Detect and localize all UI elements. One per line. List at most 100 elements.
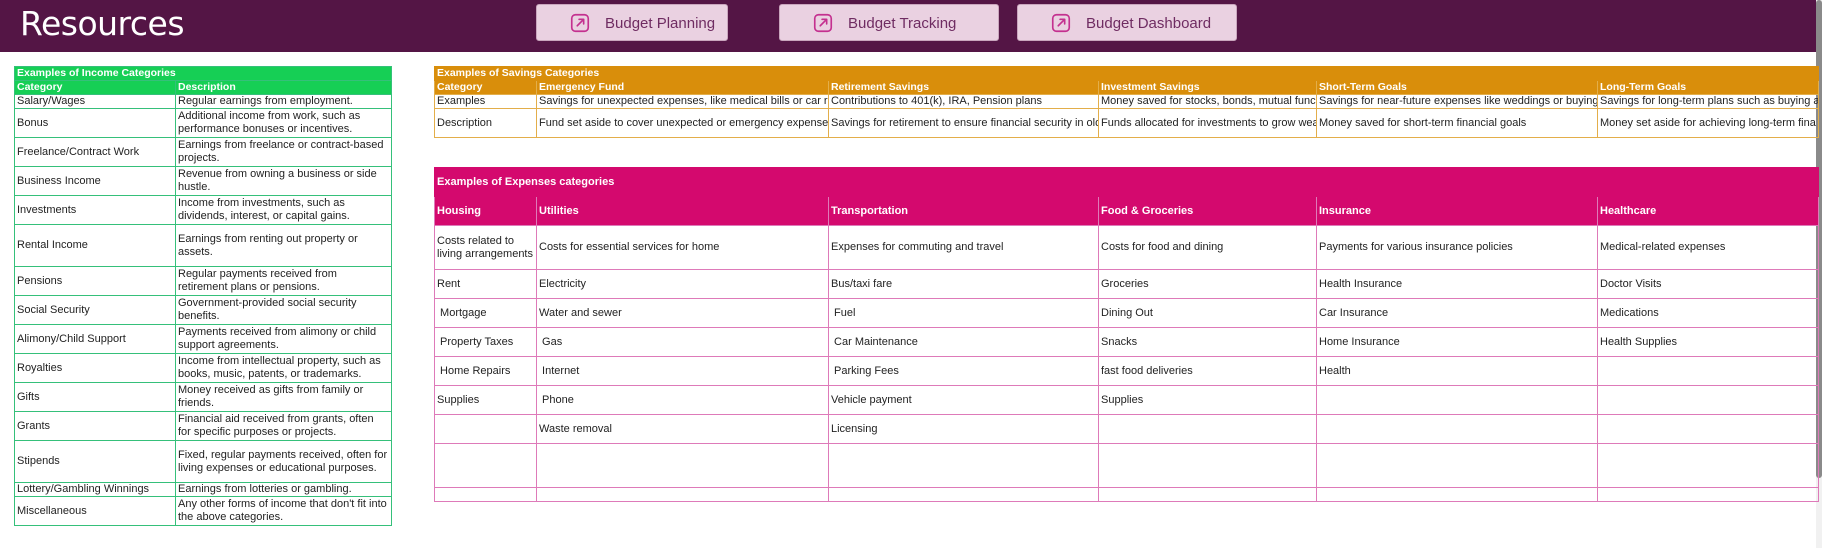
expenses-cell[interactable]: Costs related to living arrangements <box>434 225 537 270</box>
income-category-cell[interactable]: Freelance/Contract Work <box>14 137 176 167</box>
expenses-cell[interactable]: Payments for various insurance policies <box>1316 225 1598 270</box>
income-description-cell[interactable]: Fixed, regular payments received, often … <box>174 440 393 483</box>
income-description-cell[interactable]: Financial aid received from grants, ofte… <box>174 411 393 441</box>
budget-tracking-button[interactable]: Budget Tracking <box>779 4 999 41</box>
savings-cell[interactable]: Funds allocated for investments to grow … <box>1098 108 1317 138</box>
expenses-cell[interactable]: Costs for essential services for home <box>536 225 829 270</box>
expenses-cell[interactable]: Expenses for commuting and travel <box>828 225 1099 270</box>
expenses-cell[interactable]: fast food deliveries <box>1098 356 1317 386</box>
expenses-cell[interactable] <box>1316 487 1598 502</box>
expenses-cell[interactable]: Phone <box>536 385 829 415</box>
savings-cell[interactable]: Contributions to 401(k), IRA, Pension pl… <box>828 94 1099 109</box>
income-category-cell[interactable]: Business Income <box>14 166 176 196</box>
expenses-cell[interactable] <box>434 414 537 444</box>
expenses-cell[interactable] <box>1098 414 1317 444</box>
expenses-cell[interactable]: Groceries <box>1098 269 1317 299</box>
expenses-cell[interactable]: Home Insurance <box>1316 327 1598 357</box>
income-category-cell[interactable]: Royalties <box>14 353 176 383</box>
expenses-cell[interactable]: Supplies <box>1098 385 1317 415</box>
expenses-cell[interactable]: Vehicle payment <box>828 385 1099 415</box>
savings-cell[interactable]: Savings for retirement to ensure financi… <box>828 108 1099 138</box>
income-description-cell[interactable]: Earnings from lotteries or gambling. <box>174 482 393 497</box>
income-category-cell[interactable]: Salary/Wages <box>14 94 176 109</box>
savings-cell[interactable]: Money saved for stocks, bonds, mutual fu… <box>1098 94 1317 109</box>
expenses-cell[interactable]: Licensing <box>828 414 1099 444</box>
expenses-cell[interactable] <box>1596 356 1820 386</box>
income-category-cell[interactable]: Stipends <box>14 440 176 483</box>
savings-cell[interactable]: Savings for near-future expenses like we… <box>1316 94 1598 109</box>
expenses-cell[interactable]: Internet <box>536 356 829 386</box>
expenses-cell[interactable]: Supplies <box>434 385 537 415</box>
income-category-cell[interactable]: Miscellaneous <box>14 496 176 526</box>
expenses-cell[interactable] <box>434 443 537 488</box>
expenses-cell[interactable]: Medications <box>1596 298 1820 328</box>
expenses-cell[interactable]: Electricity <box>536 269 829 299</box>
expenses-cell[interactable]: Property Taxes <box>434 327 537 357</box>
expenses-cell[interactable] <box>536 443 829 488</box>
expenses-cell[interactable]: Waste removal <box>536 414 829 444</box>
savings-cell[interactable]: Money saved for short-term financial goa… <box>1316 108 1598 138</box>
income-description-cell[interactable]: Earnings from freelance or contract-base… <box>174 137 393 167</box>
expenses-cell[interactable]: Doctor Visits <box>1596 269 1820 299</box>
income-description-cell[interactable]: Regular earnings from employment. <box>174 94 393 109</box>
income-category-cell[interactable]: Lottery/Gambling Winnings <box>14 482 176 497</box>
income-description-cell[interactable]: Income from investments, such as dividen… <box>174 195 393 225</box>
expenses-cell[interactable]: Car Insurance <box>1316 298 1598 328</box>
expenses-cell[interactable] <box>1098 443 1317 488</box>
income-description-cell[interactable]: Any other forms of income that don't fit… <box>174 496 393 526</box>
expenses-cell[interactable] <box>828 443 1099 488</box>
expenses-cell[interactable]: Parking Fees <box>828 356 1099 386</box>
expenses-cell[interactable] <box>828 487 1099 502</box>
expenses-cell[interactable]: Health Insurance <box>1316 269 1598 299</box>
expenses-cell[interactable]: Dining Out <box>1098 298 1317 328</box>
expenses-cell[interactable]: Water and sewer <box>536 298 829 328</box>
savings-cell[interactable]: Savings for long-term plans such as buyi… <box>1596 94 1820 109</box>
expenses-cell[interactable] <box>434 487 537 502</box>
income-category-cell[interactable]: Investments <box>14 195 176 225</box>
expenses-cell[interactable]: Rent <box>434 269 537 299</box>
expenses-cell[interactable] <box>1316 443 1598 488</box>
income-description-cell[interactable]: Payments received from alimony or child … <box>174 324 393 354</box>
income-description-cell[interactable]: Revenue from owning a business or side h… <box>174 166 393 196</box>
expenses-cell[interactable] <box>1596 385 1820 415</box>
income-category-cell[interactable]: Social Security <box>14 295 176 325</box>
expenses-cell[interactable]: Snacks <box>1098 327 1317 357</box>
savings-cell[interactable]: Examples <box>434 94 537 109</box>
expenses-cell[interactable] <box>1316 414 1598 444</box>
expenses-cell[interactable]: Costs for food and dining <box>1098 225 1317 270</box>
income-category-cell[interactable]: Alimony/Child Support <box>14 324 176 354</box>
expenses-cell[interactable]: Medical-related expenses <box>1596 225 1820 270</box>
expenses-cell[interactable] <box>536 487 829 502</box>
expenses-cell[interactable]: Health Supplies <box>1596 327 1820 357</box>
income-description-cell[interactable]: Income from intellectual property, such … <box>174 353 393 383</box>
income-category-cell[interactable]: Bonus <box>14 108 176 138</box>
budget-planning-button[interactable]: Budget Planning <box>536 4 728 41</box>
expenses-cell[interactable]: Home Repairs <box>434 356 537 386</box>
expenses-cell[interactable] <box>1098 487 1317 502</box>
expenses-cell[interactable]: Car Maintenance <box>828 327 1099 357</box>
income-description-cell[interactable]: Additional income from work, such as per… <box>174 108 393 138</box>
savings-cell[interactable]: Money set aside for achieving long-term … <box>1596 108 1820 138</box>
income-category-cell[interactable]: Gifts <box>14 382 176 412</box>
savings-cell[interactable]: Description <box>434 108 537 138</box>
expenses-cell[interactable]: Bus/taxi fare <box>828 269 1099 299</box>
savings-cell[interactable]: Fund set aside to cover unexpected or em… <box>536 108 829 138</box>
income-category-cell[interactable]: Pensions <box>14 266 176 296</box>
expenses-cell[interactable]: Fuel <box>828 298 1099 328</box>
budget-dashboard-button[interactable]: Budget Dashboard <box>1017 4 1237 41</box>
expenses-cell[interactable] <box>1596 443 1820 488</box>
expenses-cell[interactable] <box>1316 385 1598 415</box>
expenses-cell[interactable]: Health <box>1316 356 1598 386</box>
income-category-cell[interactable]: Rental Income <box>14 224 176 267</box>
expenses-cell[interactable]: Mortgage <box>434 298 537 328</box>
table-row: Description Fund set aside to cover unexp… <box>434 108 1820 138</box>
expenses-cell[interactable]: Gas <box>536 327 829 357</box>
expenses-cell[interactable] <box>1596 487 1820 502</box>
expenses-cell[interactable] <box>1596 414 1820 444</box>
savings-cell[interactable]: Savings for unexpected expenses, like me… <box>536 94 829 109</box>
income-description-cell[interactable]: Money received as gifts from family or f… <box>174 382 393 412</box>
income-description-cell[interactable]: Government-provided social security bene… <box>174 295 393 325</box>
income-description-cell[interactable]: Earnings from renting out property or as… <box>174 224 393 267</box>
income-description-cell[interactable]: Regular payments received from retiremen… <box>174 266 393 296</box>
income-category-cell[interactable]: Grants <box>14 411 176 441</box>
